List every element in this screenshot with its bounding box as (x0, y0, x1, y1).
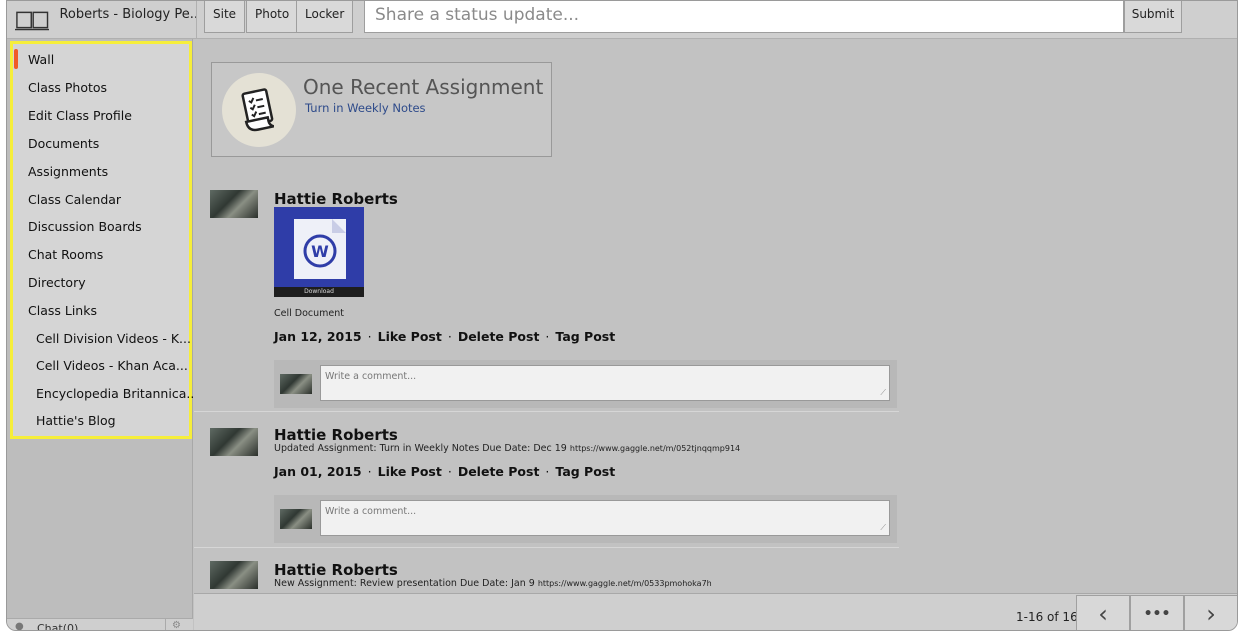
post-author[interactable]: Hattie Roberts (274, 561, 398, 579)
comment-box: Write a comment... ⟋ (274, 495, 897, 543)
tag-post-link[interactable]: Tag Post (555, 464, 615, 479)
top-bar: Roberts - Biology Pe... Site Photo Locke… (7, 1, 1237, 39)
page-count: 1-16 of 16 (1016, 610, 1078, 624)
post-date: Jan 12, 2015 (274, 329, 362, 344)
chevron-right-icon: › (1206, 600, 1216, 628)
settings-icon[interactable]: ⚙ (172, 620, 181, 630)
sidebar-link-cell-division-videos[interactable]: Cell Division Videos - K... (36, 331, 191, 346)
resize-handle-icon[interactable]: ⟋ (880, 523, 886, 533)
tag-post-link[interactable]: Tag Post (555, 329, 615, 344)
submit-button[interactable]: Submit (1124, 1, 1182, 33)
avatar (280, 374, 312, 394)
wall-feed: One Recent Assignment Turn in Weekly Not… (194, 40, 1237, 593)
class-selector[interactable]: Roberts - Biology Pe... (7, 1, 197, 39)
sidebar-item-edit-class-profile[interactable]: Edit Class Profile (28, 108, 132, 123)
sidebar-link-hatties-blog[interactable]: Hattie's Blog (36, 413, 116, 428)
svg-text:W: W (311, 242, 329, 261)
sidebar-item-documents[interactable]: Documents (28, 136, 99, 151)
chat-bar[interactable]: ● Chat(0) ⚙ (7, 618, 193, 631)
assignment-icon (222, 73, 296, 147)
comment-input[interactable]: Write a comment... ⟋ (320, 365, 890, 401)
resize-handle-icon[interactable]: ⟋ (880, 388, 886, 398)
sidebar-item-directory[interactable]: Directory (28, 275, 86, 290)
next-page-button[interactable]: › (1184, 595, 1237, 630)
tab-site[interactable]: Site (204, 1, 246, 33)
download-label[interactable]: Download (274, 287, 364, 297)
delete-post-link[interactable]: Delete Post (458, 329, 540, 344)
comment-placeholder: Write a comment... (325, 371, 417, 382)
tab-photo[interactable]: Photo (246, 1, 299, 33)
comment-box: Write a comment... ⟋ (274, 360, 897, 408)
tab-locker[interactable]: Locker (296, 1, 354, 33)
sidebar-link-encyclopedia-britannica[interactable]: Encyclopedia Britannica... (36, 386, 198, 401)
post-url[interactable]: https://www.gaggle.net/m/0533pmohoka7h (538, 579, 712, 588)
recent-assignment-card: One Recent Assignment Turn in Weekly Not… (211, 62, 552, 157)
class-name-label: Roberts - Biology Pe... (59, 6, 196, 22)
sidebar-item-discussion-boards[interactable]: Discussion Boards (28, 219, 142, 234)
recent-assignment-title: One Recent Assignment (303, 75, 544, 99)
avatar[interactable] (210, 428, 258, 456)
avatar (280, 509, 312, 529)
post-body: New Assignment: Review presentation Due … (274, 578, 712, 589)
document-caption: Cell Document (274, 308, 344, 319)
ellipsis-icon: ••• (1143, 606, 1171, 622)
post-body: Updated Assignment: Turn in Weekly Notes… (274, 443, 740, 454)
post-meta: Jan 12, 2015 · Like Post · Delete Post · Tag P… (274, 329, 616, 344)
sidebar-link-cell-videos[interactable]: Cell Videos - Khan Aca... (36, 358, 188, 373)
word-doc-icon: W (294, 219, 346, 279)
post-author[interactable]: Hattie Roberts (274, 190, 398, 208)
person-icon: ● (15, 621, 24, 631)
post-url[interactable]: https://www.gaggle.net/m/052tjnqqmp914 (570, 444, 740, 453)
book-icon (15, 11, 50, 31)
like-post-link[interactable]: Like Post (378, 464, 442, 479)
sidebar-item-class-calendar[interactable]: Class Calendar (28, 192, 121, 207)
active-indicator (14, 49, 18, 69)
sidebar-item-assignments[interactable]: Assignments (28, 164, 108, 179)
post-author[interactable]: Hattie Roberts (274, 426, 398, 444)
previous-page-button[interactable]: ‹ (1076, 595, 1130, 630)
divider (165, 619, 166, 630)
comment-placeholder: Write a comment... (325, 506, 417, 517)
divider (194, 411, 899, 412)
recent-assignment-link[interactable]: Turn in Weekly Notes (305, 101, 426, 115)
post-date: Jan 01, 2015 (274, 464, 362, 479)
status-update-input[interactable]: Share a status update... (364, 1, 1124, 33)
more-button[interactable]: ••• (1130, 595, 1184, 630)
divider (194, 547, 899, 548)
sidebar-item-class-photos[interactable]: Class Photos (28, 80, 107, 95)
post-text: Updated Assignment: Turn in Weekly Notes… (274, 443, 567, 454)
chat-label: Chat(0) (37, 622, 79, 631)
sidebar-item-chat-rooms[interactable]: Chat Rooms (28, 247, 103, 262)
sidebar-item-wall[interactable]: Wall (28, 52, 54, 67)
post-text: New Assignment: Review presentation Due … (274, 578, 535, 589)
avatar[interactable] (210, 561, 258, 589)
delete-post-link[interactable]: Delete Post (458, 464, 540, 479)
sidebar-item-class-links[interactable]: Class Links (28, 303, 97, 318)
chevron-left-icon: ‹ (1098, 600, 1108, 628)
document-thumbnail[interactable]: W Download (274, 207, 364, 297)
like-post-link[interactable]: Like Post (378, 329, 442, 344)
post-meta: Jan 01, 2015 · Like Post · Delete Post · Tag P… (274, 464, 616, 479)
comment-input[interactable]: Write a comment... ⟋ (320, 500, 890, 536)
sidebar-nav: Wall Class Photos Edit Class Profile Doc… (10, 41, 198, 439)
avatar[interactable] (210, 190, 258, 218)
app-window: Roberts - Biology Pe... Site Photo Locke… (6, 0, 1238, 631)
pagination-bar: 1-16 of 16 ‹ ••• › (194, 593, 1237, 630)
